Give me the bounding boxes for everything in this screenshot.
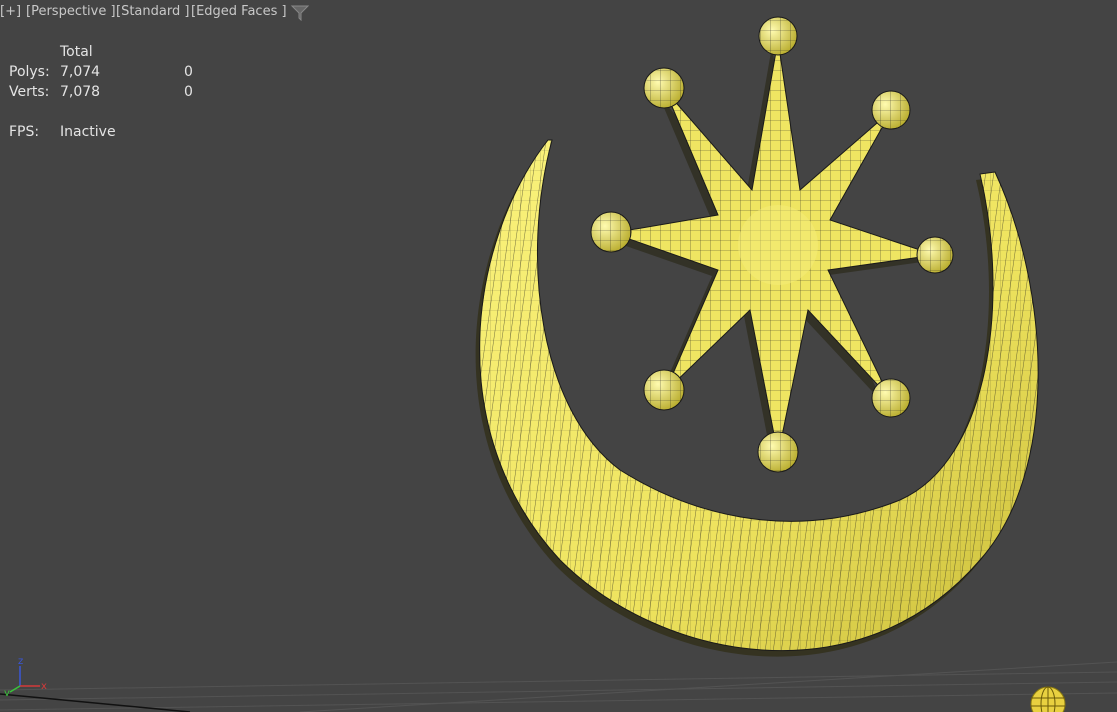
stats-verts-total: 7,078 <box>60 84 101 100</box>
star-mesh[interactable] <box>590 16 954 473</box>
stats-verts-selected: 0 <box>184 84 193 100</box>
stats-verts-label: Verts: <box>9 84 50 100</box>
stats-polys-total: 7,074 <box>60 64 101 80</box>
axis-x-label: x <box>41 681 47 692</box>
funnel-filter-icon[interactable] <box>290 5 310 21</box>
stats-polys-label: Polys: <box>9 64 50 80</box>
stats-fps-value: Inactive <box>60 124 116 140</box>
axis-tripod-icon: z x y <box>4 656 47 696</box>
stats-polys-selected: 0 <box>184 64 193 80</box>
viewport-edged-faces-label[interactable]: [Edged Faces ] <box>191 4 287 19</box>
ground-grid <box>0 661 1117 712</box>
stats-total-header: Total <box>60 44 93 60</box>
perspective-viewport[interactable]: [+] [Perspective ] [Standard ] [Edged Fa… <box>0 0 1117 712</box>
axis-y-label: y <box>4 688 10 696</box>
viewcube-globe-icon[interactable] <box>1028 684 1068 712</box>
stats-fps-label: FPS: <box>9 124 40 140</box>
viewport-menu-plus[interactable]: [+] <box>0 4 21 19</box>
viewport-shading-label[interactable]: [Standard ] <box>116 4 189 19</box>
axis-z-label: z <box>18 656 23 667</box>
viewport-point-of-view-label[interactable]: [Perspective ] <box>26 4 116 19</box>
scene-canvas[interactable] <box>0 0 1117 712</box>
